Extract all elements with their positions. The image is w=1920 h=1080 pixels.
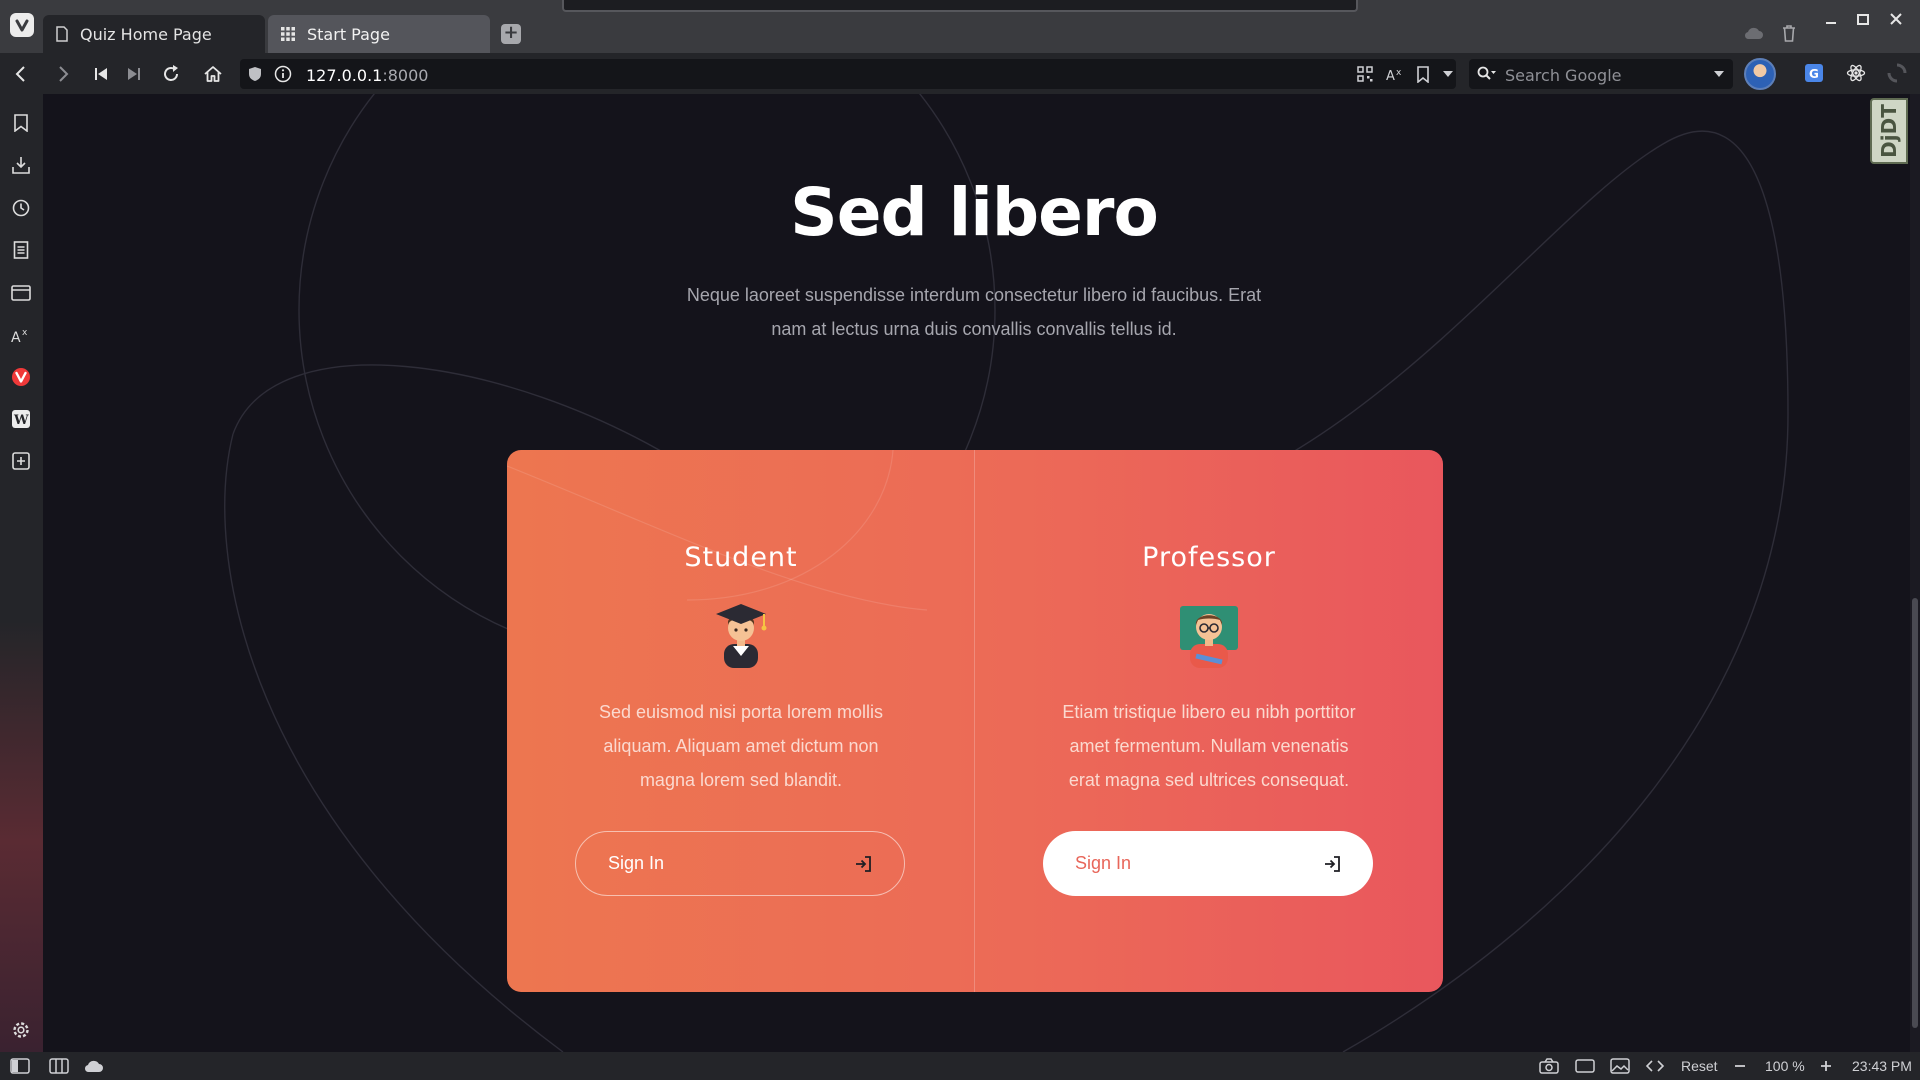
chevron-down-icon[interactable] xyxy=(1442,70,1454,78)
react-devtools-icon[interactable] xyxy=(1846,63,1866,83)
profile-avatar[interactable] xyxy=(1744,58,1776,90)
tab-tiling-icon[interactable] xyxy=(49,1057,69,1075)
qr-code-icon[interactable] xyxy=(1357,66,1373,82)
info-icon[interactable] xyxy=(274,65,292,83)
student-description: Sed euismod nisi porta lorem mollis aliq… xyxy=(598,702,884,790)
debug-toolbar-handle[interactable]: DjDT xyxy=(1870,98,1908,164)
google-translate-icon[interactable]: G xyxy=(1804,63,1824,83)
tab-quiz-home[interactable]: Quiz Home Page xyxy=(43,15,265,53)
rewind-icon[interactable] xyxy=(89,62,113,86)
tab-bar: Quiz Home Page Start Page + xyxy=(0,0,1920,53)
professor-title: Professor xyxy=(1142,542,1276,573)
shield-icon[interactable] xyxy=(248,66,262,82)
search-field[interactable]: Search Google xyxy=(1469,59,1733,89)
teacher-emoji-icon xyxy=(1180,606,1238,668)
extension-icon[interactable] xyxy=(1887,63,1907,83)
vivaldi-panel-icon[interactable] xyxy=(10,366,32,388)
reload-icon[interactable] xyxy=(159,62,183,86)
cloud-icon[interactable] xyxy=(1743,22,1765,44)
clock-text: 23:43 PM xyxy=(1852,1058,1912,1074)
wikipedia-panel-icon[interactable]: W xyxy=(10,408,32,430)
translate-icon[interactable]: Ax xyxy=(1386,66,1404,82)
zoom-reset-label: Reset xyxy=(1681,1058,1718,1074)
professor-column: Professor Etiam tristique libero eu nibh… xyxy=(975,450,1443,992)
student-emoji-icon xyxy=(716,604,767,668)
window-notch xyxy=(562,0,1358,12)
search-placeholder: Search Google xyxy=(1505,66,1622,85)
fast-forward-icon[interactable] xyxy=(122,62,146,86)
svg-text:A: A xyxy=(11,330,21,344)
maximize-icon[interactable] xyxy=(1852,8,1874,30)
sign-in-icon xyxy=(1325,855,1340,872)
url-host: 127.0.0.1 xyxy=(306,66,383,85)
document-icon xyxy=(56,26,68,42)
back-icon[interactable] xyxy=(9,62,33,86)
tab-label: Quiz Home Page xyxy=(80,24,212,44)
sync-cloud-icon[interactable] xyxy=(84,1057,104,1075)
clock: 23:43 PM xyxy=(1852,1057,1912,1075)
vivaldi-menu-icon[interactable] xyxy=(10,13,34,37)
zoom-reset-button[interactable]: Reset xyxy=(1681,1057,1718,1075)
settings-gear-icon[interactable] xyxy=(10,1019,32,1041)
url-field[interactable]: 127.0.0.1:8000 Ax xyxy=(240,59,1456,89)
tab-label: Start Page xyxy=(307,24,390,44)
browser-window: Quiz Home Page Start Page + 127.0.0.1:80… xyxy=(0,0,1920,1080)
url-port: :8000 xyxy=(382,66,429,85)
trash-icon[interactable] xyxy=(1778,22,1800,44)
scrollbar[interactable] xyxy=(1910,94,1920,1052)
close-icon[interactable] xyxy=(1885,8,1907,30)
chevron-down-icon[interactable] xyxy=(1713,70,1725,78)
page-actions-icon[interactable] xyxy=(1645,1057,1665,1075)
role-selection-card: Student Sed euismod nisi porta lorem mol… xyxy=(507,450,1443,992)
tab-start-page[interactable]: Start Page xyxy=(268,15,490,53)
status-bar: Reset 100 % 23:43 PM xyxy=(0,1052,1920,1080)
notes-panel-icon[interactable] xyxy=(10,239,32,261)
professor-description: Etiam tristique libero eu nibh porttitor… xyxy=(1062,702,1356,790)
student-column: Student Sed euismod nisi porta lorem mol… xyxy=(507,450,975,992)
toggle-panel-icon[interactable] xyxy=(10,1057,30,1075)
side-panel: Ax W xyxy=(0,94,43,1052)
bookmark-icon[interactable] xyxy=(1416,66,1430,83)
svg-text:x: x xyxy=(1396,68,1402,78)
zoom-in-button[interactable] xyxy=(1820,1057,1832,1075)
zoom-level: 100 % xyxy=(1765,1057,1805,1075)
page-title: Sed libero xyxy=(790,174,1159,251)
capture-icon[interactable] xyxy=(1539,1057,1559,1075)
sign-in-label: Sign In xyxy=(608,853,665,873)
bookmarks-panel-icon[interactable] xyxy=(10,112,32,134)
zoom-out-button[interactable] xyxy=(1734,1057,1746,1075)
debug-toolbar-label: DjDT xyxy=(1877,104,1902,158)
sign-in-label: Sign In xyxy=(1075,853,1132,873)
svg-text:x: x xyxy=(22,328,28,338)
forward-icon[interactable] xyxy=(51,62,75,86)
search-icon xyxy=(1477,66,1496,80)
translate-panel-icon[interactable]: Ax xyxy=(10,324,32,346)
address-bar: 127.0.0.1:8000 Ax Search Google G xyxy=(0,53,1920,94)
page-viewport: Sed libero Neque laoreet suspendisse int… xyxy=(43,94,1910,1052)
scrollbar-thumb[interactable] xyxy=(1912,598,1918,1028)
student-title: Student xyxy=(684,542,798,573)
downloads-panel-icon[interactable] xyxy=(10,154,32,176)
professor-sign-in-button[interactable]: Sign In xyxy=(1043,831,1373,896)
student-sign-in-button[interactable]: Sign In xyxy=(575,831,905,896)
home-icon[interactable] xyxy=(201,62,225,86)
window-panel-icon[interactable] xyxy=(10,282,32,304)
page-subtitle: Neque laoreet suspendisse interdum conse… xyxy=(686,285,1262,339)
minimize-icon[interactable] xyxy=(1820,8,1842,30)
zoom-level-text: 100 % xyxy=(1765,1058,1805,1074)
grid-icon xyxy=(281,27,295,41)
tile-window-icon[interactable] xyxy=(1575,1057,1595,1075)
svg-text:W: W xyxy=(13,413,29,428)
new-tab-button[interactable]: + xyxy=(501,24,521,44)
add-panel-icon[interactable] xyxy=(10,450,32,472)
image-toggle-icon[interactable] xyxy=(1610,1057,1630,1075)
url-text: 127.0.0.1:8000 xyxy=(306,66,428,85)
svg-text:A: A xyxy=(1386,69,1395,82)
sign-in-icon xyxy=(856,855,871,872)
history-panel-icon[interactable] xyxy=(10,197,32,219)
svg-text:G: G xyxy=(1809,67,1819,81)
